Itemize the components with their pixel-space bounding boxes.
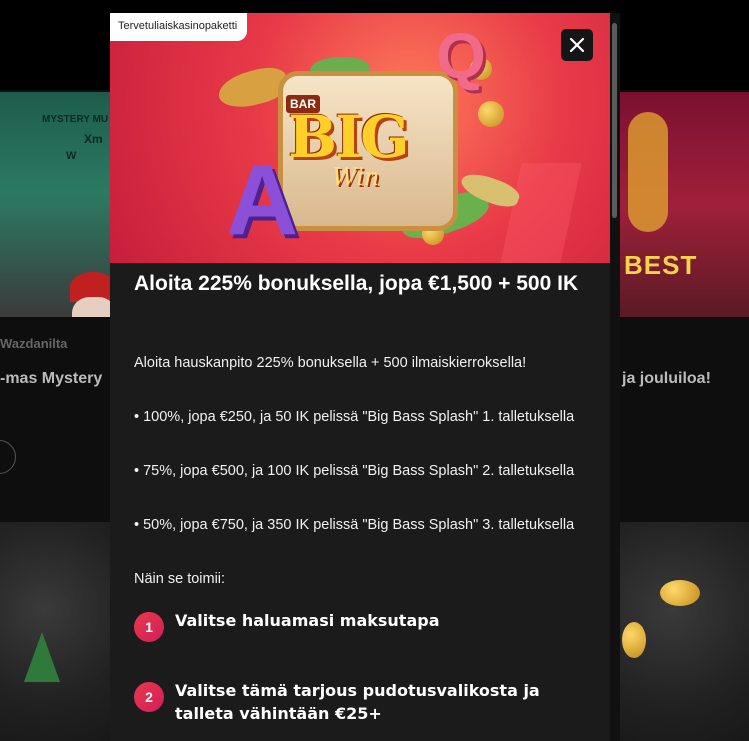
- background-promo-panel-left: [0, 522, 110, 741]
- step-item: 2 Valitse tämä tarjous pudotusvalikosta …: [134, 679, 584, 729]
- hero-decoration: [498, 163, 582, 263]
- hero-banner: BAR BIG Win A Q Tervetuliaiskasinopakett…: [110, 13, 610, 263]
- coin-art: [622, 622, 646, 658]
- step-text: Valitse tämä tarjous pudotusvalikosta ja…: [175, 681, 540, 723]
- win-logo-text: Win: [332, 163, 380, 191]
- game-card-title: -mas Mystery: [0, 370, 103, 387]
- big-logo-text: BIG: [288, 103, 410, 171]
- letter-q-symbol: Q: [436, 20, 486, 92]
- offer-headline: Aloita 225% bonuksella, jopa €1,500 + 50…: [134, 272, 579, 295]
- offer-bullet: • 100%, jopa €250, ja 50 IK pelissä "Big…: [134, 409, 575, 425]
- carousel-arrow-button[interactable]: [0, 440, 16, 474]
- offer-bullet: • 75%, jopa €500, ja 100 IK pelissä "Big…: [134, 463, 575, 479]
- scrollbar-thumb[interactable]: [612, 23, 617, 218]
- step-item: 1 Valitse haluamasi maksutapa: [134, 609, 584, 659]
- background-game-card-left[interactable]: MYSTERY MU Xm W: [0, 92, 112, 317]
- game-card-provider: Wazdanilta: [0, 336, 68, 351]
- provider-logo: W: [66, 150, 77, 162]
- letter-a-symbol: A: [226, 144, 299, 256]
- christmas-tree-art: [24, 632, 60, 682]
- joker-art: [628, 112, 668, 232]
- welcome-bonus-modal: BAR BIG Win A Q Tervetuliaiskasinopakett…: [110, 13, 610, 741]
- offer-bullet: • 50%, jopa €750, ja 350 IK pelissä "Big…: [134, 517, 575, 533]
- step-number-badge: 2: [134, 682, 164, 712]
- step-text: Valitse haluamasi maksutapa: [175, 611, 440, 630]
- game-card-brand: MYSTERY MU: [42, 114, 109, 125]
- background-promo-panel-right: [620, 522, 749, 741]
- modal-scrollbar[interactable]: [610, 13, 620, 741]
- santa-face-art: [72, 297, 112, 317]
- coin-art: [478, 101, 504, 127]
- background-game-card-right[interactable]: BEST: [612, 92, 749, 317]
- coin-art: [660, 580, 700, 606]
- offer-intro: Aloita hauskanpito 225% bonuksella + 500…: [134, 355, 527, 371]
- how-it-works-heading: Näin se toimii:: [134, 571, 226, 587]
- close-icon: [569, 37, 585, 53]
- game-card-title: ja jouluiloa!: [622, 370, 711, 387]
- modal-content: Aloita 225% bonuksella, jopa €1,500 + 50…: [134, 268, 584, 723]
- offer-category-badge: Tervetuliaiskasinopaketti: [110, 13, 248, 41]
- step-number-badge: 1: [134, 612, 164, 642]
- close-button[interactable]: [561, 29, 593, 61]
- game-card-brand: BEST: [624, 250, 698, 280]
- game-card-brand-sub: Xm: [84, 132, 103, 146]
